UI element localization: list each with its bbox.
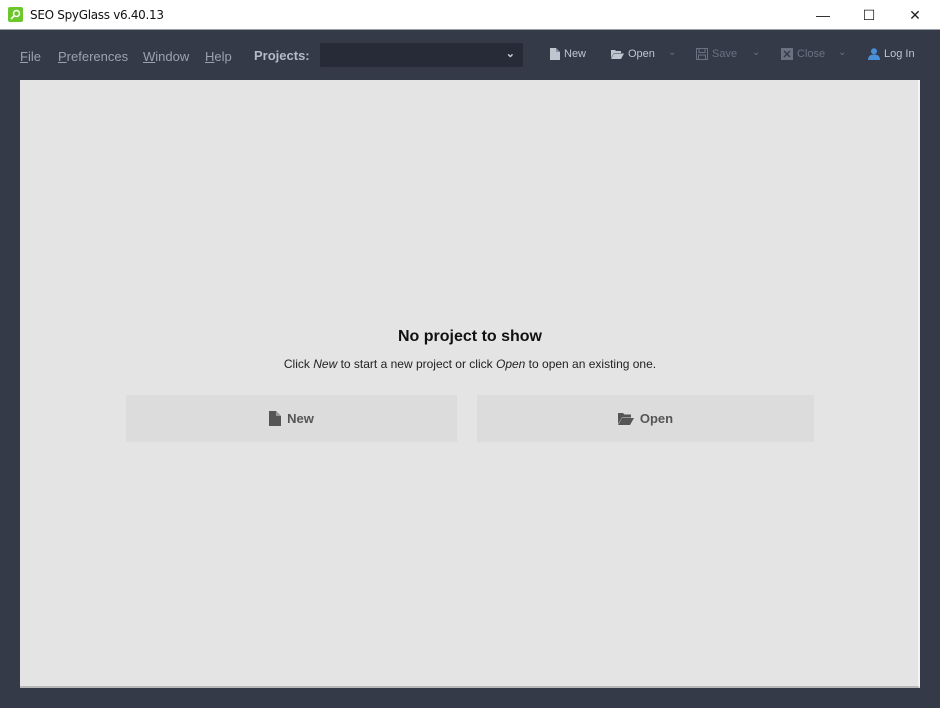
close-icon: ✕	[909, 6, 921, 23]
login-button[interactable]: Log In	[868, 48, 915, 60]
minimize-icon: —	[816, 7, 830, 23]
folder-open-icon	[617, 413, 634, 425]
chevron-down-icon: ⌄	[505, 48, 515, 60]
projects-dropdown[interactable]: ⌄	[320, 43, 523, 67]
window-title: SEO SpyGlass v6.40.13	[30, 8, 164, 22]
file-icon	[269, 411, 282, 426]
menu-preferences[interactable]: Preferences	[58, 49, 128, 64]
empty-state-title: No project to show	[398, 328, 542, 345]
close-box-icon	[781, 48, 793, 60]
toolbar-close-button[interactable]: Close	[781, 48, 825, 60]
close-dropdown-chevron[interactable]: ⌄	[838, 47, 846, 58]
maximize-icon: ☐	[862, 6, 876, 23]
user-icon	[868, 48, 880, 60]
menu-toolbar: File Preferences Window Help Projects: ⌄…	[0, 31, 940, 79]
toolbar-save-button[interactable]: Save	[696, 48, 737, 60]
title-bar: SEO SpyGlass v6.40.13 — ☐ ✕	[0, 0, 940, 30]
new-project-button[interactable]: New	[126, 395, 457, 442]
app-logo-icon	[8, 7, 23, 22]
file-icon	[550, 48, 560, 60]
empty-state-hint: Click New to start a new project or clic…	[283, 357, 657, 371]
toolbar-new-button[interactable]: New	[550, 48, 586, 60]
menu-file[interactable]: File	[20, 49, 41, 64]
minimize-button[interactable]: —	[800, 0, 846, 30]
save-dropdown-chevron[interactable]: ⌄	[752, 47, 760, 58]
maximize-button[interactable]: ☐	[846, 0, 892, 30]
save-icon	[696, 48, 708, 60]
open-project-button[interactable]: Open	[477, 395, 814, 442]
open-dropdown-chevron[interactable]: ⌄	[668, 47, 676, 58]
project-content-area: No project to show Click New to start a …	[20, 80, 920, 688]
close-window-button[interactable]: ✕	[892, 0, 938, 30]
folder-open-icon	[611, 50, 624, 59]
menu-help[interactable]: Help	[205, 49, 232, 64]
menu-window[interactable]: Window	[143, 49, 189, 64]
toolbar-open-button[interactable]: Open	[611, 48, 655, 60]
projects-label: Projects:	[254, 48, 310, 63]
